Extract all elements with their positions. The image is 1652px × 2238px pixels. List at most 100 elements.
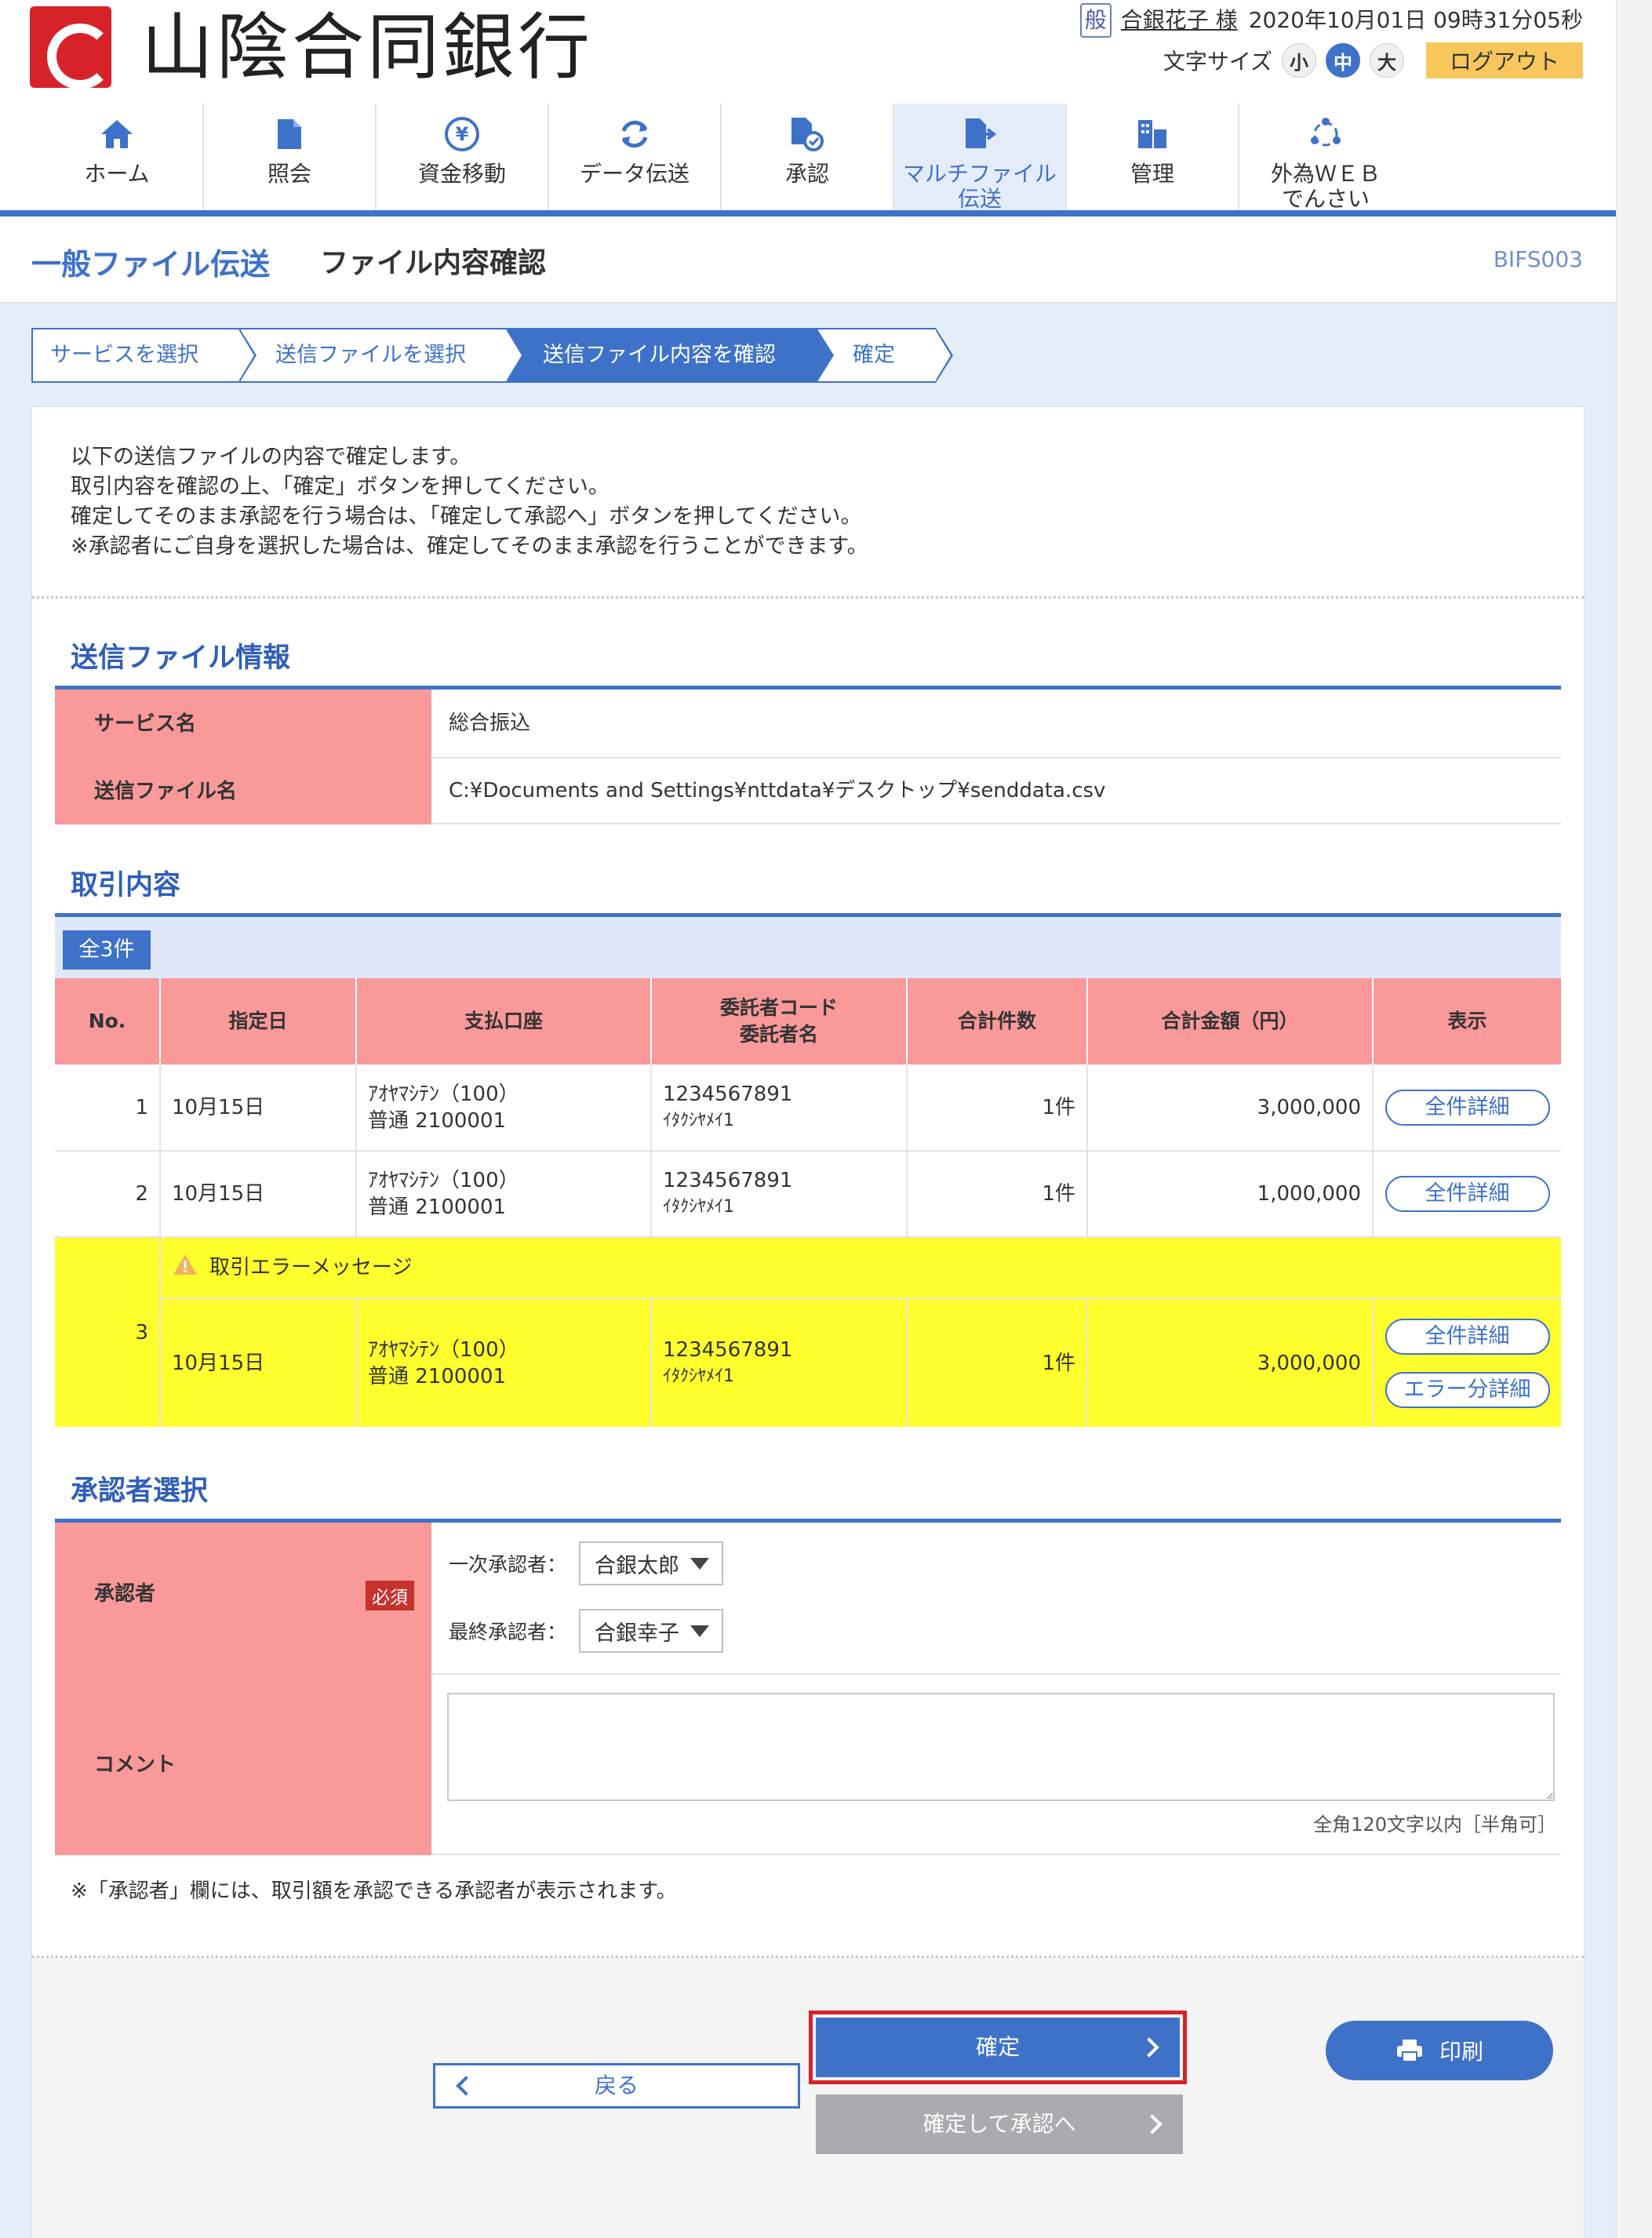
- step-select-file: 送信ファイルを選択: [239, 328, 524, 383]
- detail-button[interactable]: 全件詳細: [1385, 1089, 1550, 1126]
- page-category: 一般ファイル伝送: [31, 247, 271, 282]
- back-button[interactable]: 戻る: [433, 2063, 800, 2109]
- table-header: No. 指定日 支払口座 委託者コード 委託者名 合計件数 合計金額（円） 表示: [55, 978, 1561, 1064]
- first-approver-select[interactable]: 合銀太郎: [579, 1541, 723, 1585]
- file-name-label: 送信ファイル名: [55, 759, 431, 824]
- approver-label: 承認者: [94, 1582, 156, 1606]
- home-icon: [100, 111, 134, 157]
- comment-label: コメント: [55, 1675, 431, 1855]
- table-row: 2 10月15日 ｱｵﾔﾏｼﾃﾝ（100） 普通 2100001 12345678…: [55, 1151, 1561, 1238]
- chevron-down-icon: [690, 1625, 709, 1637]
- service-name-value: 総合振込: [431, 690, 1561, 759]
- file-info-heading: 送信ファイル情報: [71, 642, 291, 674]
- bank-name: 山陰合同銀行: [141, 5, 594, 89]
- page-title: ファイル内容確認: [320, 247, 547, 279]
- nav-label: マルチファイル伝送: [902, 161, 1057, 212]
- divider: [31, 596, 1585, 599]
- nav-label: 照会: [267, 161, 311, 187]
- detail-button[interactable]: 全件詳細: [1385, 1176, 1550, 1212]
- table-row: 1 10月15日 ｱｵﾔﾏｼﾃﾝ（100） 普通 2100001 12345678…: [55, 1064, 1561, 1152]
- file-name-value: C:¥Documents and Settings¥nttdata¥デスクトップ…: [431, 759, 1561, 824]
- user-info: 般合銀花子 様 2020年10月01日 09時31分05秒: [1079, 3, 1583, 38]
- comment-hint: 全角120文字以内［半角可］: [1313, 1814, 1556, 1836]
- approver-label-cell: 承認者 必須: [55, 1523, 431, 1675]
- col-no: No.: [55, 978, 161, 1064]
- count-badge: 全3件: [63, 930, 151, 970]
- intro-text: 以下の送信ファイルの内容で確定します。 取引内容を確認の上、「確定」ボタンを押し…: [71, 445, 868, 559]
- nav-home[interactable]: ホーム: [31, 104, 204, 213]
- final-approver-select[interactable]: 合銀幸子: [579, 1609, 723, 1653]
- screen-id: BIFS003: [1493, 246, 1583, 272]
- final-approver-label: 最終承認者：: [449, 1621, 567, 1643]
- detail-button[interactable]: 全件詳細: [1385, 1318, 1550, 1355]
- document-icon: [276, 111, 303, 157]
- font-size-label: 文字サイズ: [1163, 49, 1272, 75]
- chevron-left-icon: [456, 2076, 476, 2096]
- building-icon: [1135, 111, 1170, 157]
- chevron-right-icon: [1139, 2037, 1159, 2058]
- bank-logo-icon: [30, 6, 113, 89]
- font-size-control: 文字サイズ 小 中 大 ログアウト: [1163, 41, 1583, 80]
- count-bar: [55, 917, 1561, 978]
- confirm-and-approve-button[interactable]: 確定して承認へ: [816, 2094, 1183, 2154]
- col-date: 指定日: [160, 978, 357, 1064]
- nav-underline: [0, 210, 1616, 217]
- col-consignor: 委託者コード 委託者名: [651, 978, 908, 1064]
- step-select-service: サービスを選択: [31, 328, 257, 383]
- user-type-badge: 般: [1079, 3, 1112, 38]
- nav-approval[interactable]: 承認: [722, 104, 894, 213]
- chevron-right-icon: [1142, 2114, 1163, 2134]
- print-button[interactable]: 印刷: [1326, 2021, 1553, 2080]
- font-small-button[interactable]: 小: [1282, 43, 1316, 78]
- printer-icon: [1395, 2038, 1424, 2063]
- scrollbar[interactable]: [1616, 0, 1652, 2238]
- nav-label: 承認: [784, 161, 829, 187]
- error-message: 取引エラーメッセージ: [209, 1255, 413, 1279]
- nav-data-transfer[interactable]: データ伝送: [549, 104, 722, 213]
- nav-multi-file[interactable]: マルチファイル伝送: [894, 104, 1067, 213]
- col-count: 合計件数: [907, 978, 1088, 1064]
- step-confirm-file: 送信ファイル内容を確認: [507, 328, 834, 383]
- multi-file-icon: [962, 111, 997, 157]
- nav-label: 外為ＷＥＢでんさい: [1270, 161, 1381, 212]
- warning-icon: [172, 1253, 198, 1283]
- nav-transfer[interactable]: ¥ 資金移動: [377, 104, 549, 213]
- global-nav: ホーム 照会 ¥ 資金移動 データ伝送 承認 マルチファイル伝送 管理 外為ＷＥ…: [31, 104, 1585, 213]
- transactions-table: No. 指定日 支払口座 委託者コード 委託者名 合計件数 合計金額（円） 表示 …: [55, 978, 1561, 1427]
- table-row: 10月15日 ｱｵﾔﾏｼﾃﾝ（100） 普通 2100001 1234567891…: [55, 1298, 1561, 1427]
- approve-icon: [790, 111, 824, 157]
- step-complete: 確定: [817, 328, 953, 383]
- nav-label: ホーム: [84, 161, 150, 187]
- comment-textarea[interactable]: [447, 1693, 1555, 1801]
- approver-heading: 承認者選択: [71, 1476, 209, 1507]
- col-account: 支払口座: [356, 978, 652, 1064]
- error-message-row: 3 取引エラーメッセージ: [55, 1237, 1561, 1427]
- nav-admin[interactable]: 管理: [1067, 104, 1239, 213]
- nav-label: 管理: [1130, 161, 1174, 187]
- first-approver-label: 一次承認者：: [449, 1553, 567, 1576]
- error-detail-button[interactable]: エラー分詳細: [1385, 1371, 1550, 1408]
- col-amount: 合計金額（円）: [1087, 978, 1374, 1064]
- font-medium-button[interactable]: 中: [1326, 43, 1360, 78]
- user-name-link[interactable]: 合銀花子 様: [1121, 7, 1238, 33]
- nav-label: 資金移動: [417, 161, 506, 187]
- nav-inquiry[interactable]: 照会: [204, 104, 377, 213]
- service-name-label: サービス名: [55, 690, 431, 759]
- required-badge: 必須: [366, 1581, 414, 1610]
- svg-text:¥: ¥: [456, 123, 469, 145]
- yen-icon: ¥: [444, 111, 480, 157]
- network-icon: [1308, 111, 1343, 157]
- approver-note: ※「承認者」欄には、取引額を承認できる承認者が表示されます。: [71, 1880, 677, 1903]
- nav-label: データ伝送: [579, 161, 690, 187]
- approver-value-cell: 一次承認者： 合銀太郎 最終承認者： 合銀幸子: [431, 1523, 1561, 1675]
- confirm-button[interactable]: 確定: [809, 2011, 1187, 2084]
- login-datetime: 2020年10月01日 09時31分05秒: [1248, 7, 1583, 33]
- refresh-icon: [617, 111, 652, 157]
- font-large-button[interactable]: 大: [1370, 43, 1404, 78]
- chevron-down-icon: [690, 1557, 709, 1570]
- transactions-heading: 取引内容: [71, 870, 181, 901]
- logout-button[interactable]: ログアウト: [1426, 42, 1583, 78]
- nav-fx-densai[interactable]: 外為ＷＥＢでんさい: [1239, 104, 1412, 213]
- col-display: 表示: [1373, 978, 1561, 1064]
- step-indicator: サービスを選択 送信ファイルを選択 送信ファイル内容を確認 確定: [31, 328, 953, 383]
